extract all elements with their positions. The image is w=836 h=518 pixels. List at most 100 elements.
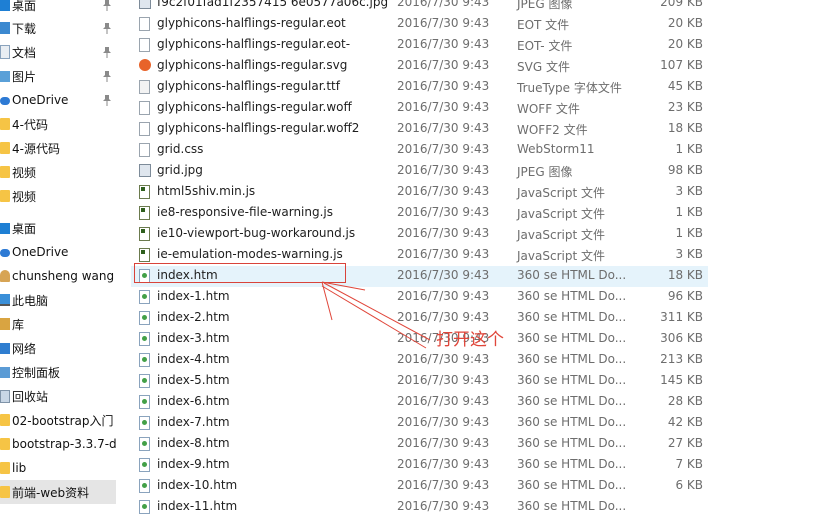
file-type: 360 se HTML Do... [517, 373, 627, 387]
ttf-file-icon [139, 80, 150, 94]
file-row[interactable]: index-5.htm 2016/7/30 9:43 360 se HTML Do.… [131, 371, 708, 392]
file-type: TrueType 字体文件 [517, 81, 622, 95]
file-name: glyphicons-halflings-regular.svg [157, 58, 348, 72]
jpg-file-icon [139, 0, 151, 9]
file-row[interactable]: index-10.htm 2016/7/30 9:43 360 se HTML Do… [131, 476, 708, 497]
file-type: 360 se HTML Do... [517, 499, 627, 513]
file-type: 360 se HTML Do... [517, 331, 627, 345]
file-name: index-9.htm [157, 457, 230, 471]
file-type: SVG 文件 [517, 60, 570, 74]
file-row[interactable]: grid.jpg 2016/7/30 9:43 JPEG 图像 98 KB [131, 161, 708, 182]
file-type: 360 se HTML Do... [517, 478, 627, 492]
file-row[interactable]: index-3.htm 2016/7/30 9:43 360 se HTML Do.… [131, 329, 708, 350]
file-size: 28 KB [667, 394, 703, 408]
file-row[interactable]: index-8.htm 2016/7/30 9:43 360 se HTML Do.… [131, 434, 708, 455]
file-date: 2016/7/30 9:43 [397, 58, 490, 72]
svg-file-icon [139, 59, 151, 71]
file-date: 2016/7/30 9:43 [397, 121, 490, 135]
file-type: 360 se HTML Do... [517, 415, 627, 429]
file-row[interactable]: glyphicons-halflings-regular.eot- 2016/7/… [131, 35, 708, 56]
file-date: 2016/7/30 9:43 [397, 478, 490, 492]
htm-file-icon [139, 479, 150, 493]
file-row[interactable]: html5shiv.min.js 2016/7/30 9:43 JavaScript… [131, 182, 708, 203]
file-size: 3 KB [675, 247, 703, 261]
blank-file-icon [139, 17, 150, 31]
file-name: f9c2f01fad1f2357415 6e0577a06c.jpg [157, 0, 389, 9]
file-type: 360 se HTML Do... [517, 457, 627, 471]
file-row[interactable]: glyphicons-halflings-regular.svg 2016/7/3… [131, 56, 708, 77]
file-size: 20 KB [667, 16, 703, 30]
file-row[interactable]: index-2.htm 2016/7/30 9:43 360 se HTML Do.… [131, 308, 708, 329]
file-row[interactable]: ie10-viewport-bug-workaround.js 2016/7/30… [131, 224, 708, 245]
file-size: 20 KB [667, 37, 703, 51]
file-type: 360 se HTML Do... [517, 394, 627, 408]
file-name: index-4.htm [157, 352, 230, 366]
file-size: 3 KB [675, 184, 703, 198]
file-type: WOFF 文件 [517, 102, 580, 116]
file-name: index-7.htm [157, 415, 230, 429]
file-date: 2016/7/30 9:43 [397, 100, 490, 114]
file-size: 96 KB [667, 289, 703, 303]
file-size: 1 KB [675, 205, 703, 219]
htm-file-icon [139, 353, 150, 367]
file-type: 360 se HTML Do... [517, 310, 627, 324]
blank-file-icon [139, 122, 150, 136]
file-name: grid.jpg [157, 163, 203, 177]
file-type: JavaScript 文件 [517, 228, 605, 242]
file-size: 107 KB [660, 58, 703, 72]
file-size: 311 KB [660, 310, 703, 324]
file-size: 18 KB [667, 121, 703, 135]
highlight-box [134, 263, 346, 283]
file-size: 209 KB [660, 0, 703, 9]
file-size: 98 KB [667, 163, 703, 177]
file-size: 1 KB [675, 142, 703, 156]
blank-file-icon [139, 101, 150, 115]
file-size: 145 KB [660, 373, 703, 387]
file-name: glyphicons-halflings-regular.eot- [157, 37, 351, 51]
file-row[interactable]: index-7.htm 2016/7/30 9:43 360 se HTML Do.… [131, 413, 708, 434]
file-row[interactable]: glyphicons-halflings-regular.woff2 2016/7… [131, 119, 708, 140]
file-row[interactable]: index-11.htm 2016/7/30 9:43 360 se HTML Do… [131, 497, 708, 518]
file-date: 2016/7/30 9:43 [397, 457, 490, 471]
file-name: index-5.htm [157, 373, 230, 387]
file-size: 27 KB [667, 436, 703, 450]
file-row[interactable]: f9c2f01fad1f2357415 6e0577a06c.jpg 2016/7… [131, 0, 708, 14]
file-date: 2016/7/30 9:43 [397, 310, 490, 324]
file-row[interactable]: grid.css 2016/7/30 9:43 WebStorm11 1 KB [131, 140, 708, 161]
annotation-text: 打开这个 [436, 330, 504, 350]
file-date: 2016/7/30 9:43 [397, 499, 490, 513]
file-name: glyphicons-halflings-regular.woff [157, 100, 352, 114]
file-row[interactable]: index-6.htm 2016/7/30 9:43 360 se HTML Do.… [131, 392, 708, 413]
file-date: 2016/7/30 9:43 [397, 415, 490, 429]
file-size: 45 KB [667, 79, 703, 93]
file-row[interactable]: glyphicons-halflings-regular.ttf 2016/7/3… [131, 77, 708, 98]
file-row[interactable]: index-1.htm 2016/7/30 9:43 360 se HTML Do.… [131, 287, 708, 308]
file-date: 2016/7/30 9:43 [397, 352, 490, 366]
file-date: 2016/7/30 9:43 [397, 289, 490, 303]
file-date: 2016/7/30 9:43 [397, 436, 490, 450]
file-name: index-8.htm [157, 436, 230, 450]
file-name: index-10.htm [157, 478, 238, 492]
file-row[interactable]: glyphicons-halflings-regular.eot 2016/7/3… [131, 14, 708, 35]
file-date: 2016/7/30 9:43 [397, 205, 490, 219]
file-date: 2016/7/30 9:43 [397, 0, 490, 9]
file-type: JPEG 图像 [517, 0, 573, 11]
file-name: ie8-responsive-file-warning.js [157, 205, 334, 219]
file-row[interactable]: glyphicons-halflings-regular.woff 2016/7/… [131, 98, 708, 119]
file-type: WebStorm11 [517, 142, 595, 156]
file-name: index-2.htm [157, 310, 230, 324]
file-date: 2016/7/30 9:43 [397, 226, 490, 240]
file-row[interactable]: index-4.htm 2016/7/30 9:43 360 se HTML Do.… [131, 350, 708, 371]
js-file-icon [139, 185, 150, 199]
file-row[interactable]: index-9.htm 2016/7/30 9:43 360 se HTML Do.… [131, 455, 708, 476]
file-date: 2016/7/30 9:43 [397, 373, 490, 387]
jpg-file-icon [139, 164, 151, 177]
file-date: 2016/7/30 9:43 [397, 394, 490, 408]
htm-file-icon [139, 374, 150, 388]
file-date: 2016/7/30 9:43 [397, 247, 490, 261]
htm-file-icon [139, 458, 150, 472]
file-type: JavaScript 文件 [517, 186, 605, 200]
file-row[interactable]: ie8-responsive-file-warning.js 2016/7/30 … [131, 203, 708, 224]
file-size: 7 KB [675, 457, 703, 471]
file-name: index-3.htm [157, 331, 230, 345]
